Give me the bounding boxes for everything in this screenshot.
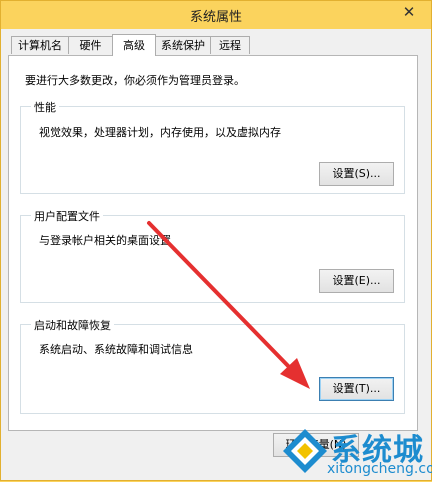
watermark-logo: 系统城 xitongcheng.com [279,421,432,482]
xitongcheng-logo-icon [283,429,327,473]
watermark-url: xitongcheng.com [327,461,432,477]
red-arrow-icon [147,221,310,389]
system-properties-window: 系统属性 ✕ 计算机名 硬件 高级 系统保护 远程 要进行大多数更改，你必须作为… [0,0,432,481]
tab-advanced[interactable]: 高级 [112,34,156,56]
